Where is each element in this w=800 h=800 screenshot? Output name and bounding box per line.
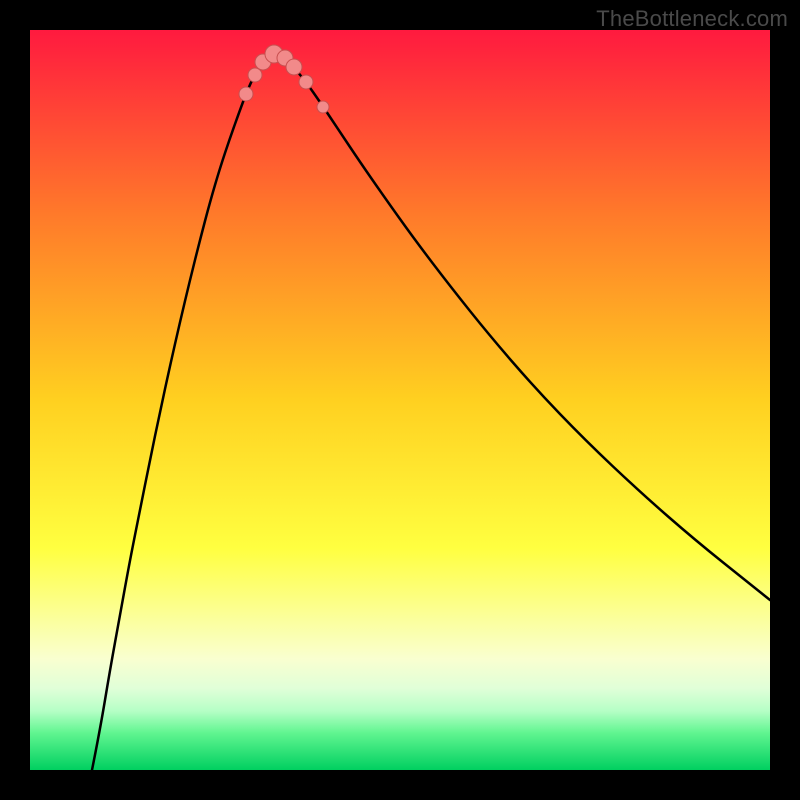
chart-frame: TheBottleneck.com — [0, 0, 800, 800]
data-point — [317, 101, 329, 113]
data-point — [239, 87, 253, 101]
gradient-background — [30, 30, 770, 770]
chart-svg — [30, 30, 770, 770]
watermark-text: TheBottleneck.com — [596, 6, 788, 32]
plot-area — [30, 30, 770, 770]
data-point — [299, 75, 313, 89]
data-point — [248, 68, 262, 82]
data-point — [286, 59, 302, 75]
